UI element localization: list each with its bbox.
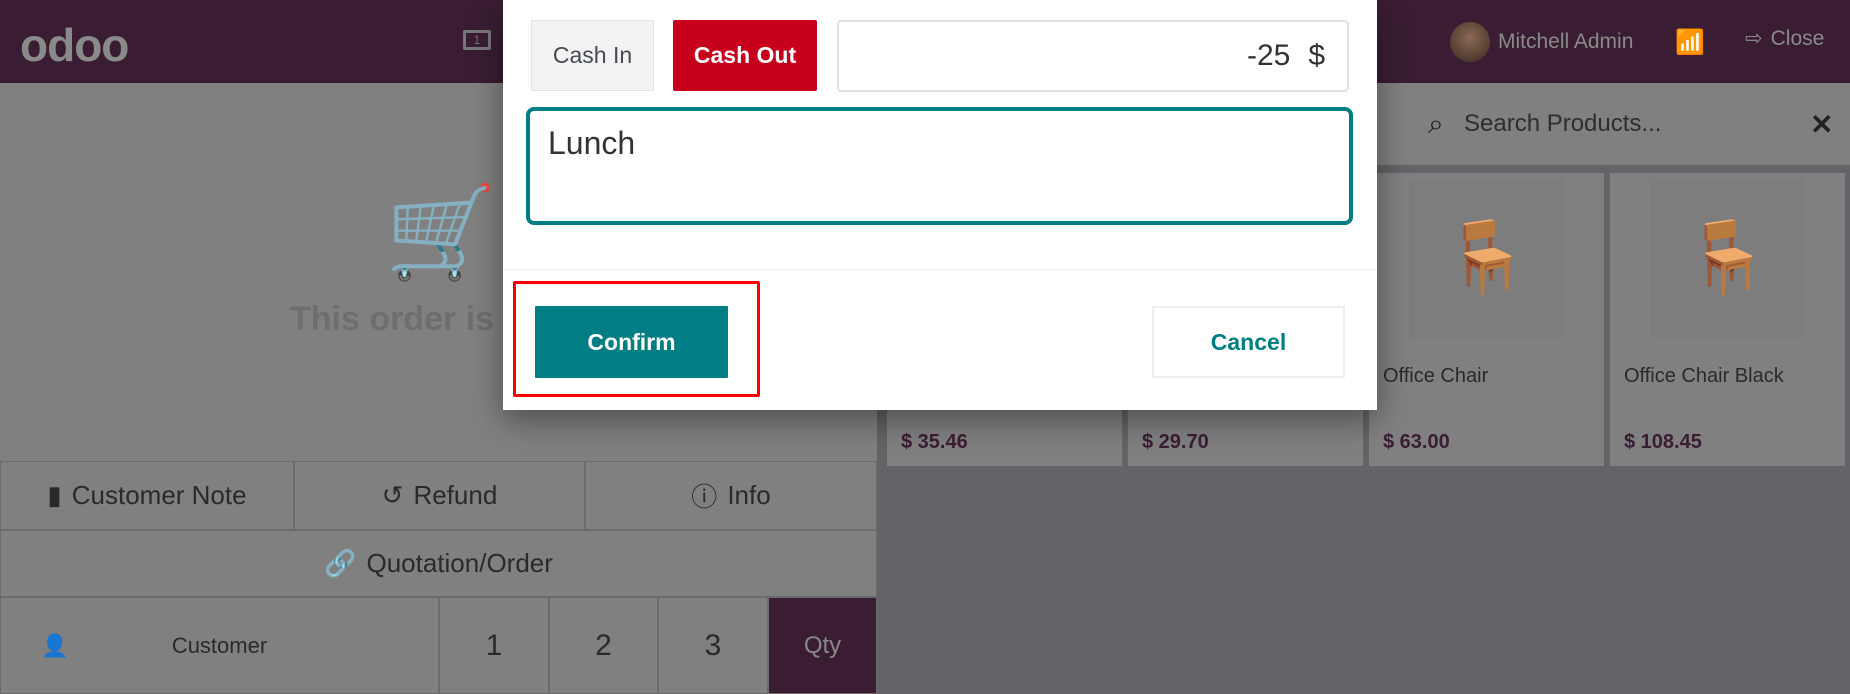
close-label: Close [1770, 26, 1825, 50]
product-card[interactable]: 🪑 Office Chair $ 63.00 [1369, 173, 1604, 466]
numpad-qty[interactable]: Qty [768, 597, 877, 694]
customer-label: Customer [171, 632, 268, 658]
refund-label: Refund [413, 480, 498, 510]
product-price: $ 29.70 [1142, 431, 1209, 453]
cash-icon[interactable]: 1 [463, 30, 491, 50]
customer-note-label: Customer Note [71, 480, 247, 510]
numpad-3[interactable]: 3 [658, 597, 768, 694]
odoo-logo: odoo [20, 19, 129, 71]
cash-out-button[interactable]: Cash Out [673, 20, 817, 91]
cash-in-button[interactable]: Cash In [531, 20, 654, 91]
customer-note-button[interactable]: ▮ Customer Note [0, 461, 294, 530]
product-price: $ 63.00 [1383, 431, 1450, 453]
info-icon: ⓘ [691, 482, 718, 512]
info-button[interactable]: ⓘ Info [585, 461, 877, 530]
avatar [1450, 22, 1490, 62]
user-menu[interactable]: Mitchell Admin [1450, 22, 1633, 62]
numpad-2[interactable]: 2 [549, 597, 658, 694]
cash-in-out-dialog: Cash In Cash Out -25 $ Lunch Confirm Can… [503, 0, 1377, 410]
user-name: Mitchell Admin [1498, 30, 1634, 53]
product-price: $ 108.45 [1624, 431, 1702, 453]
close-button[interactable]: ⇨ Close [1745, 26, 1824, 51]
currency-symbol: $ [1308, 39, 1325, 72]
cancel-button[interactable]: Cancel [1152, 306, 1345, 378]
search-icon: ⌕ [1428, 108, 1444, 139]
quotation-order-button[interactable]: 🔗 Quotation/Order [0, 530, 877, 597]
product-name: Office Chair [1383, 365, 1489, 387]
info-label: Info [727, 480, 771, 510]
undo-icon: ↺ [381, 480, 404, 510]
user-icon: 👤 [41, 632, 69, 658]
amount-value: -25 [1246, 39, 1291, 72]
confirm-button[interactable]: Confirm [535, 306, 728, 378]
product-card[interactable]: 🪑 Office Chair Black $ 108.45 [1610, 173, 1845, 466]
reason-textarea[interactable]: Lunch [526, 107, 1353, 225]
clear-search-icon[interactable]: ✕ [1810, 108, 1833, 141]
refund-button[interactable]: ↺ Refund [294, 461, 585, 530]
product-name: Office Chair Black [1624, 365, 1784, 387]
sign-out-icon: ⇨ [1745, 27, 1763, 50]
wifi-icon: 📶 [1675, 29, 1705, 56]
search-input[interactable]: Search Products... [1464, 110, 1661, 138]
chair-image: 🪑 [1650, 178, 1805, 338]
empty-order-text: This order is e [290, 300, 523, 338]
cart-icon: 🛒 [385, 183, 498, 283]
link-icon: 🔗 [324, 548, 357, 578]
quotation-label: Quotation/Order [366, 548, 553, 578]
numpad-1[interactable]: 1 [439, 597, 549, 694]
amount-input[interactable]: -25 $ [837, 20, 1349, 92]
product-price: $ 35.46 [901, 431, 968, 453]
customer-button[interactable]: 👤 Customer [0, 597, 439, 694]
chair-image: 🪑 [1409, 178, 1564, 338]
divider [503, 269, 1377, 270]
note-icon: ▮ [47, 480, 62, 510]
